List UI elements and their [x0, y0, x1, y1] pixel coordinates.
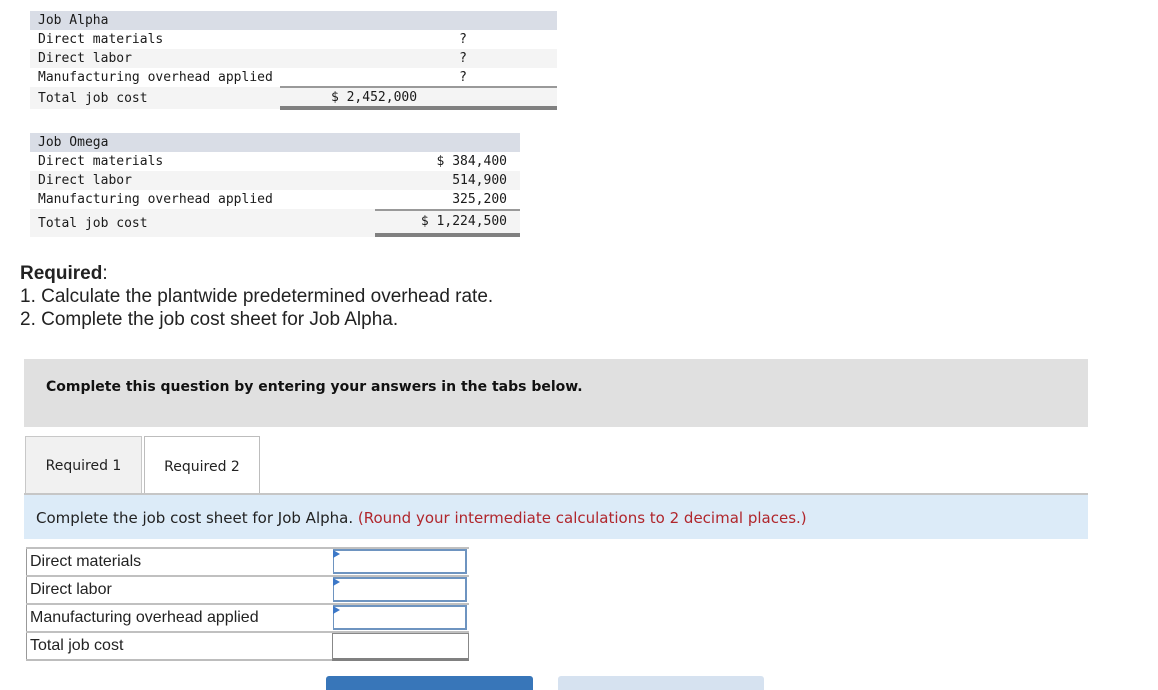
required-section: Required: 1. Calculate the plantwide pre…: [20, 262, 493, 331]
job-omega-header-row: Job Omega: [30, 133, 520, 152]
banner-text: Complete this question by entering your …: [46, 379, 583, 395]
answer-cell: [332, 577, 469, 603]
total-value: $ 1,224,500: [375, 209, 520, 237]
direct-labor-input[interactable]: [333, 577, 467, 602]
row-label: Direct materials: [38, 32, 164, 47]
answer-row-total: Total job cost: [26, 631, 469, 661]
job-omega-title: Job Omega: [38, 135, 109, 150]
answer-row-direct-materials: Direct materials: [26, 547, 469, 575]
direct-materials-input[interactable]: [333, 549, 467, 574]
instruction-banner: Complete this question by entering your …: [24, 359, 1088, 427]
required-item: 1. Calculate the plantwide predetermined…: [20, 286, 494, 307]
table-row: Direct labor ?: [30, 49, 557, 68]
row-value: 514,900: [452, 173, 507, 188]
prev-tab-button[interactable]: [326, 676, 533, 690]
answer-label: Direct labor: [26, 577, 332, 603]
next-tab-button[interactable]: [558, 676, 764, 690]
job-alpha-title: Job Alpha: [38, 13, 109, 28]
row-value: $ 384,400: [436, 154, 507, 169]
row-label: Direct materials: [38, 154, 164, 169]
answer-row-direct-labor: Direct labor: [26, 575, 469, 603]
instructions-panel: Complete the job cost sheet for Job Alph…: [24, 495, 1088, 539]
row-label: Direct labor: [38, 173, 132, 188]
row-label: Direct labor: [38, 51, 132, 66]
row-label: Manufacturing overhead applied: [38, 70, 273, 85]
required-item: 2. Complete the job cost sheet for Job A…: [20, 309, 399, 330]
row-value: ?: [459, 32, 467, 47]
tab-required-1[interactable]: Required 1: [25, 436, 142, 494]
answer-table: Direct materials Direct labor Manufactur…: [26, 547, 469, 661]
job-omega-table: Job Omega Direct materials $ 384,400 Dir…: [30, 133, 520, 237]
input-flag-icon: [333, 606, 340, 614]
input-flag-icon: [333, 550, 340, 558]
answer-row-overhead: Manufacturing overhead applied: [26, 603, 469, 631]
instructions-text-wrap: Complete the job cost sheet for Job Alph…: [36, 509, 807, 527]
answer-cell: [332, 605, 469, 631]
rounding-note: (Round your intermediate calculations to…: [357, 509, 807, 527]
table-bottom-border: [26, 659, 332, 661]
total-row: Total job cost $ 2,452,000: [30, 86, 557, 110]
table-row: Manufacturing overhead applied ?: [30, 68, 557, 87]
answer-label: Total job cost: [26, 633, 332, 659]
total-value: $ 2,452,000: [280, 86, 557, 110]
total-label: Total job cost: [38, 215, 148, 231]
total-job-cost-value: [332, 633, 469, 661]
table-row: Direct labor 514,900: [30, 171, 520, 190]
answer-label: Manufacturing overhead applied: [26, 605, 332, 631]
job-alpha-header-row: Job Alpha: [30, 11, 557, 30]
required-title: Required: [20, 263, 103, 284]
instructions-text: Complete the job cost sheet for Job Alph…: [36, 509, 354, 527]
table-row: Direct materials ?: [30, 30, 557, 49]
total-row: Total job cost $ 1,224,500: [30, 209, 520, 237]
row-value: 325,200: [452, 192, 507, 207]
tab-required-2[interactable]: Required 2: [144, 436, 260, 496]
job-alpha-table: Job Alpha Direct materials ? Direct labo…: [30, 11, 557, 110]
table-row: Manufacturing overhead applied 325,200: [30, 190, 520, 209]
required-heading: Required:: [20, 262, 493, 285]
table-row: Direct materials $ 384,400: [30, 152, 520, 171]
total-label: Total job cost: [38, 90, 148, 106]
row-value: ?: [459, 51, 467, 66]
required-colon: :: [102, 263, 108, 284]
overhead-applied-input[interactable]: [333, 605, 467, 630]
answer-label: Direct materials: [26, 549, 332, 575]
answer-cell: [332, 549, 469, 575]
input-flag-icon: [333, 578, 340, 586]
row-label: Manufacturing overhead applied: [38, 192, 273, 207]
row-value: ?: [459, 70, 467, 85]
